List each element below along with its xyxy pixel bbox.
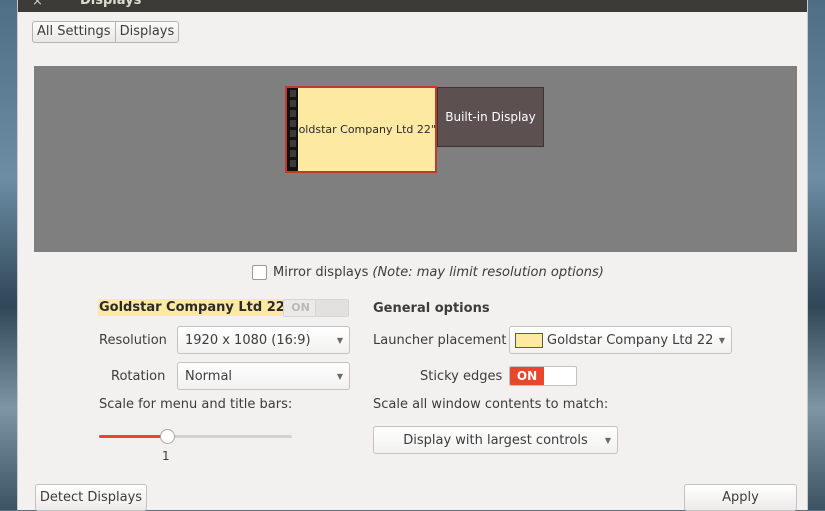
window-titlebar: × Displays	[18, 0, 807, 12]
scale-all-value: Display with largest controls	[403, 432, 588, 448]
general-options-heading: General options	[373, 301, 490, 316]
displays-window: × Displays All Settings Displays Goldsta…	[17, 0, 808, 511]
resolution-dropdown[interactable]: 1920 x 1080 (16:9) ▼	[177, 326, 350, 354]
mirror-displays-option[interactable]: Mirror displays (Note: may limit resolut…	[252, 265, 604, 280]
launcher-strip-icon	[287, 88, 298, 171]
scale-slider[interactable]	[99, 429, 292, 445]
launcher-placement-label: Launcher placement	[373, 333, 507, 348]
apply-button[interactable]: Apply	[684, 484, 797, 511]
desktop-background-left	[0, 0, 17, 510]
scale-all-dropdown[interactable]: Display with largest controls ▼	[373, 426, 618, 454]
monitor-builtin[interactable]: Built-in Display	[437, 87, 544, 147]
scale-menu-label: Scale for menu and title bars:	[99, 397, 293, 412]
display-arrangement-preview: Goldstar Company Ltd 22" Built-in Displa…	[34, 66, 797, 252]
scale-slider-value: 1	[162, 449, 170, 463]
chevron-down-icon: ▼	[718, 335, 726, 345]
close-icon[interactable]: ×	[32, 0, 43, 9]
breadcrumb-all-settings[interactable]: All Settings	[33, 22, 115, 42]
monitor-color-swatch-icon	[515, 332, 543, 348]
sticky-edges-label: Sticky edges	[420, 369, 503, 384]
launcher-placement-dropdown[interactable]: Goldstar Company Ltd 22" ▼	[509, 326, 732, 354]
sticky-edges-toggle-label: ON	[510, 367, 544, 385]
mirror-displays-checkbox[interactable]	[252, 265, 267, 280]
window-title: Displays	[80, 0, 142, 8]
selected-monitor-name: Goldstar Company Ltd 22"	[98, 299, 293, 316]
monitor-builtin-label: Built-in Display	[445, 110, 536, 124]
sticky-edges-toggle[interactable]: ON	[509, 366, 577, 386]
chevron-down-icon: ▼	[604, 435, 612, 445]
monitor-power-toggle[interactable]: ON	[283, 299, 349, 317]
detect-displays-button[interactable]: Detect Displays	[35, 484, 147, 511]
chevron-down-icon: ▼	[336, 371, 344, 381]
scale-all-label: Scale all window contents to match:	[373, 397, 609, 412]
monitor-power-toggle-knob	[315, 300, 348, 316]
scale-slider-fill	[99, 435, 167, 438]
breadcrumb: All Settings Displays	[32, 21, 180, 43]
desktop-background-right	[808, 0, 825, 510]
scale-slider-handle[interactable]	[159, 429, 175, 444]
breadcrumb-displays[interactable]: Displays	[114, 22, 179, 42]
monitor-power-toggle-label: ON	[291, 301, 310, 314]
mirror-displays-note: (Note: may limit resolution options)	[372, 265, 604, 280]
chevron-down-icon: ▼	[336, 335, 344, 345]
rotation-label: Rotation	[111, 369, 166, 384]
monitor-goldstar[interactable]: Goldstar Company Ltd 22"	[285, 86, 437, 173]
resolution-value: 1920 x 1080 (16:9)	[185, 332, 311, 348]
launcher-placement-value: Goldstar Company Ltd 22"	[547, 332, 713, 348]
rotation-dropdown[interactable]: Normal ▼	[177, 362, 350, 390]
rotation-value: Normal	[185, 368, 233, 384]
resolution-label: Resolution	[99, 333, 167, 348]
mirror-displays-label: Mirror displays	[273, 265, 369, 280]
monitor-goldstar-label: Goldstar Company Ltd 22"	[290, 123, 436, 136]
